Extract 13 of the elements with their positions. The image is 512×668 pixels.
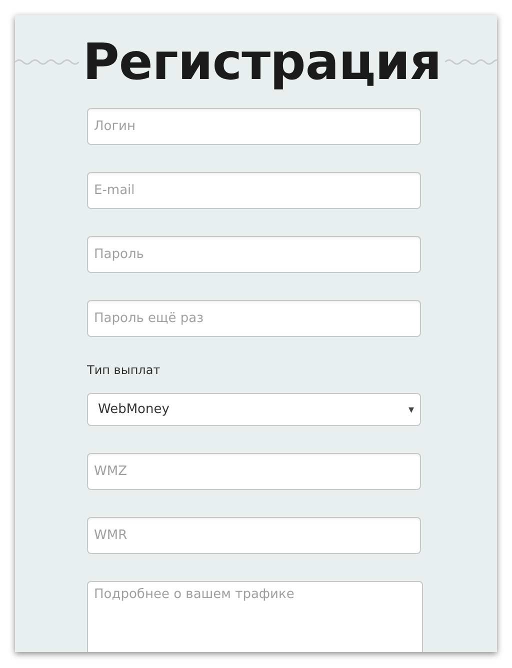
- wave-ornament: [15, 58, 79, 66]
- caret-icon: ▾: [408, 403, 414, 416]
- input-field[interactable]: E-mail: [87, 172, 421, 209]
- payout-select[interactable]: WebMoney ▾: [87, 393, 421, 426]
- input-field[interactable]: WMR: [87, 517, 421, 554]
- input-field[interactable]: Пароль ещё раз: [87, 300, 421, 337]
- page-title: Регистрация: [82, 32, 442, 90]
- field-label: Тип выплат: [87, 363, 160, 377]
- input-field[interactable]: WMZ: [87, 453, 421, 490]
- input-field[interactable]: Пароль: [87, 236, 421, 273]
- text-area[interactable]: Подробнее о вашем трафике: [87, 581, 423, 652]
- input-field[interactable]: Логин: [87, 108, 421, 145]
- wave-ornament: [445, 58, 497, 66]
